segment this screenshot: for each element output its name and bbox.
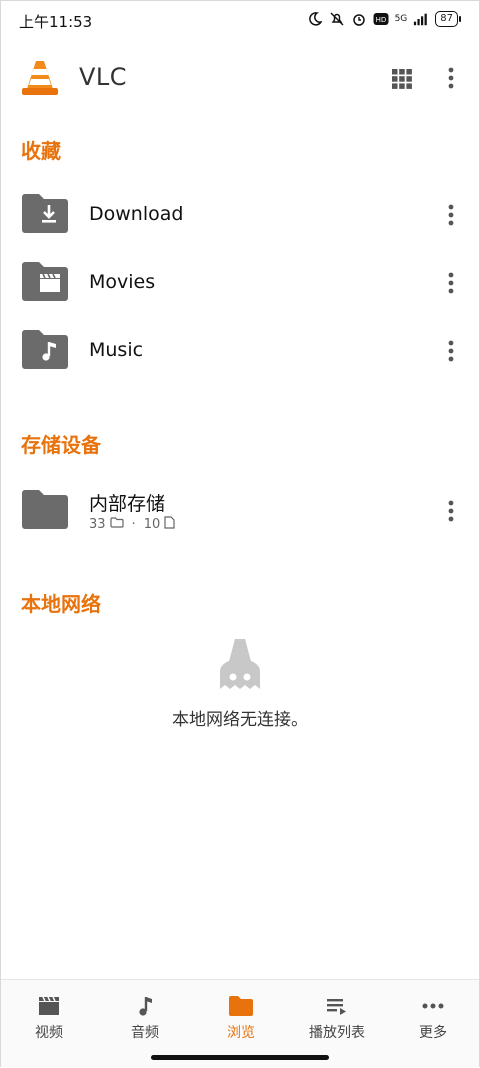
nav-playlist[interactable]: 播放列表 bbox=[289, 994, 385, 1042]
item-menu-icon[interactable] bbox=[439, 269, 463, 297]
battery-level: 87 bbox=[435, 11, 458, 27]
nav-audio[interactable]: 音频 bbox=[97, 994, 193, 1042]
vlc-ghost-icon bbox=[220, 639, 260, 689]
nav-video[interactable]: 视频 bbox=[1, 994, 97, 1042]
network-label: 5G bbox=[394, 14, 408, 24]
movie-folder-icon bbox=[19, 261, 71, 303]
nav-label: 浏览 bbox=[227, 1025, 255, 1041]
storage-title: 存储设备 bbox=[21, 433, 101, 457]
browse-folder-icon bbox=[229, 996, 253, 1016]
nav-label: 播放列表 bbox=[309, 1025, 365, 1041]
storage-counts: 33 · 10 bbox=[89, 516, 175, 533]
video-icon bbox=[39, 996, 59, 1015]
hd-icon: HD bbox=[373, 11, 389, 27]
favorite-label: Movies bbox=[89, 271, 156, 293]
favorites-title: 收藏 bbox=[21, 139, 61, 163]
file-count: 10 bbox=[143, 517, 161, 532]
folder-icon bbox=[19, 489, 71, 531]
small-file-icon bbox=[164, 516, 175, 533]
folder-count: 33 bbox=[89, 517, 106, 532]
svg-text:HD: HD bbox=[375, 16, 386, 24]
status-bar: 上午11:53 HD 5G 87 bbox=[1, 1, 479, 43]
mute-icon bbox=[329, 11, 345, 27]
grid-view-icon[interactable] bbox=[391, 67, 413, 89]
music-folder-icon bbox=[19, 329, 71, 371]
overflow-menu-icon[interactable] bbox=[439, 65, 463, 91]
status-icons: HD 5G 87 bbox=[307, 11, 461, 27]
home-indicator[interactable] bbox=[151, 1055, 329, 1060]
count-separator: · bbox=[131, 517, 136, 532]
item-menu-icon[interactable] bbox=[439, 201, 463, 229]
item-menu-icon[interactable] bbox=[439, 337, 463, 365]
playlist-icon bbox=[327, 999, 346, 1015]
moon-icon bbox=[307, 11, 323, 27]
battery-indicator: 87 bbox=[435, 11, 461, 27]
favorite-item-movies[interactable]: Movies bbox=[1, 251, 479, 315]
item-menu-icon[interactable] bbox=[439, 497, 463, 525]
nav-more[interactable]: 更多 bbox=[385, 994, 480, 1042]
battery-tip bbox=[459, 16, 461, 22]
signal-icon bbox=[413, 11, 429, 27]
app-title: VLC bbox=[79, 63, 128, 91]
favorite-label: Music bbox=[89, 339, 144, 361]
storage-label: 内部存储 bbox=[89, 493, 166, 515]
nav-label: 更多 bbox=[419, 1025, 447, 1041]
audio-icon bbox=[139, 997, 152, 1016]
network-empty-text: 本地网络无连接。 bbox=[172, 710, 308, 730]
nav-label: 音频 bbox=[131, 1025, 159, 1041]
favorite-item-music[interactable]: Music bbox=[1, 319, 479, 383]
nav-browse[interactable]: 浏览 bbox=[193, 994, 289, 1042]
storage-item-internal[interactable]: 内部存储 33 · 10 bbox=[1, 479, 479, 543]
status-time: 上午11:53 bbox=[19, 13, 93, 31]
small-folder-icon bbox=[109, 517, 124, 532]
alarm-icon bbox=[351, 11, 367, 27]
vlc-cone-icon bbox=[19, 57, 61, 99]
network-empty-state: 本地网络无连接。 bbox=[1, 637, 479, 730]
more-horizontal-icon bbox=[422, 1003, 444, 1009]
favorite-label: Download bbox=[89, 203, 184, 225]
favorite-item-download[interactable]: Download bbox=[1, 183, 479, 247]
app-bar: VLC bbox=[1, 47, 479, 111]
network-title: 本地网络 bbox=[21, 592, 101, 616]
download-folder-icon bbox=[19, 193, 71, 235]
nav-label: 视频 bbox=[35, 1025, 63, 1041]
